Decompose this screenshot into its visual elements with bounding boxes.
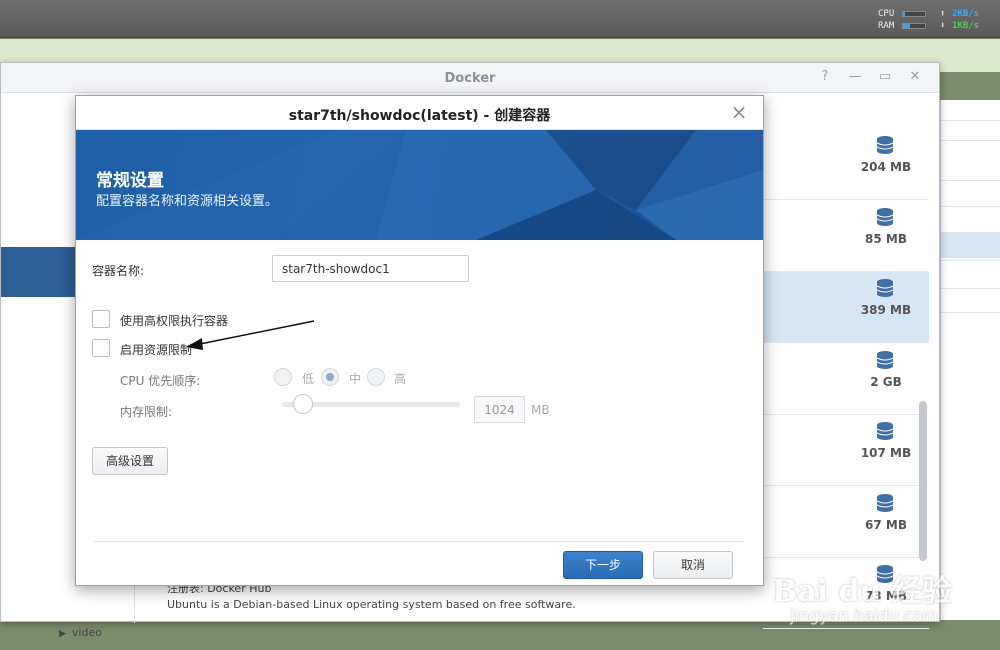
- memory-slider-thumb[interactable]: [293, 394, 313, 414]
- image-row[interactable]: 107 MB: [763, 415, 929, 486]
- container-name-input[interactable]: [272, 255, 469, 282]
- dialog-close-icon[interactable]: ×: [729, 102, 749, 122]
- priority-mid-radio[interactable]: [321, 368, 339, 386]
- help-icon[interactable]: ?: [817, 69, 833, 85]
- banner-polygon-decoration: [76, 130, 763, 240]
- image-row[interactable]: 85 MB: [763, 201, 929, 272]
- image-size: 204 MB: [860, 160, 912, 174]
- image-row[interactable]: 204 MB: [763, 129, 929, 200]
- cancel-button[interactable]: 取消: [653, 551, 733, 579]
- database-icon: [876, 279, 894, 297]
- image-row[interactable]: 2 GB: [763, 344, 929, 415]
- image-list-scrollbar[interactable]: [919, 401, 927, 561]
- container-name-label: 容器名称:: [92, 264, 145, 278]
- background-window-edge: [940, 100, 1000, 620]
- tree-item-label: video: [71, 626, 102, 639]
- dialog-footer-divider: [94, 541, 744, 542]
- image-size: 67 MB: [865, 517, 907, 532]
- advanced-settings-button[interactable]: 高级设置: [92, 447, 168, 475]
- system-monitor-widget[interactable]: CPU ⬆ 2KB/s RAM ⬇ 1KB/s: [878, 7, 994, 33]
- database-icon: [876, 350, 894, 369]
- sidebar-item-selected[interactable]: [1, 247, 77, 297]
- priority-low-radio[interactable]: [274, 368, 292, 386]
- banner-heading: 常规设置: [96, 171, 164, 191]
- create-container-dialog: star7th/showdoc(latest) - 创建容器 × 常规设置 配置…: [75, 95, 764, 586]
- upload-arrow-icon: ⬆: [940, 9, 946, 19]
- memory-limit-input[interactable]: [474, 396, 525, 423]
- ram-label: RAM: [878, 21, 895, 31]
- image-row[interactable]: 389 MB: [763, 272, 929, 343]
- expand-triangle-icon[interactable]: ▶: [59, 629, 66, 639]
- tree-item-video[interactable]: ▶ video: [59, 626, 102, 639]
- privileged-label: 使用高权限执行容器: [120, 314, 229, 328]
- cpu-priority-label: CPU 优先顺序:: [120, 374, 201, 388]
- desktop-taskbar: CPU ⬆ 2KB/s RAM ⬇ 1KB/s: [0, 0, 1000, 38]
- priority-low-label: 低: [302, 372, 315, 386]
- memory-limit-label: 内存限制:: [120, 405, 173, 419]
- image-size: 85 MB: [865, 231, 907, 246]
- resource-limit-checkbox[interactable]: [92, 339, 110, 357]
- resource-limit-label: 启用资源限制: [120, 343, 193, 357]
- close-icon[interactable]: ✕: [907, 69, 923, 85]
- priority-mid-label: 中: [349, 372, 362, 386]
- priority-high-label: 高: [394, 372, 407, 386]
- ram-usage-bar: [902, 23, 926, 29]
- download-rate: 1KB/s: [952, 21, 980, 31]
- dialog-title: star7th/showdoc(latest) - 创建容器: [288, 108, 551, 124]
- database-icon: [876, 136, 894, 154]
- image-description: Ubuntu is a Debian-based Linux operating…: [167, 598, 576, 611]
- maximize-icon[interactable]: ▭: [877, 69, 893, 85]
- cpu-label: CPU: [878, 9, 895, 19]
- watermark-text: Bai du 经验: [772, 574, 952, 609]
- docker-window-titlebar[interactable]: Docker ? — ▭ ✕: [1, 63, 939, 93]
- upload-rate: 2KB/s: [952, 9, 980, 19]
- image-size: 389 MB: [860, 303, 912, 317]
- minimize-icon[interactable]: —: [847, 69, 863, 85]
- docker-window-title: Docker: [444, 71, 496, 86]
- banner-subtitle: 配置容器名称和资源相关设置。: [96, 194, 279, 209]
- watermark-subtext: jingyan.baidu.com: [790, 606, 938, 625]
- privileged-checkbox[interactable]: [92, 310, 110, 328]
- dialog-titlebar[interactable]: star7th/showdoc(latest) - 创建容器 ×: [76, 96, 763, 130]
- download-arrow-icon: ⬇: [940, 21, 946, 31]
- memory-unit: MB: [531, 403, 550, 417]
- database-icon: [876, 493, 894, 512]
- settings-banner: 常规设置 配置容器名称和资源相关设置。: [76, 130, 763, 240]
- database-icon: [876, 207, 894, 226]
- database-icon: [876, 422, 894, 440]
- priority-high-radio[interactable]: [367, 368, 385, 386]
- cpu-usage-bar: [902, 11, 926, 17]
- next-button[interactable]: 下一步: [563, 551, 643, 579]
- image-size: 2 GB: [870, 374, 902, 389]
- image-row[interactable]: 67 MB: [763, 487, 929, 558]
- image-size: 107 MB: [860, 446, 912, 460]
